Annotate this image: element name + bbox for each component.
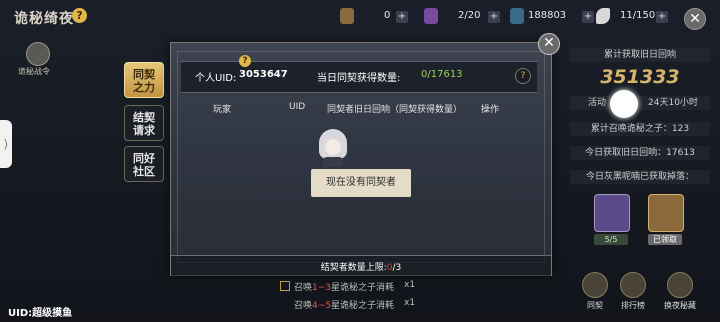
uid-label: UID:超级摸鱼: [8, 308, 73, 319]
resource-potion: 2/20 +: [424, 8, 504, 26]
side-drawer-handle[interactable]: ⟩: [0, 120, 12, 168]
today-pact-value: 0/17613: [421, 69, 463, 80]
pact-dialog: ? 个人UID: 3053647 当日同契获得数量: 0/17613 ? 玩家 …: [170, 42, 552, 276]
chibi-character-image: [317, 129, 349, 167]
summon-cost-row: 召唤4~5星诡秘之子消耗 x1: [294, 298, 416, 311]
empty-message: 现在没有同契者: [311, 169, 411, 197]
resource-value: 2/20: [458, 10, 481, 21]
nav-pact[interactable]: 同契: [578, 272, 612, 311]
resource-value: 11/150: [620, 10, 656, 21]
tab-pact-requests[interactable]: 结契 请求: [124, 105, 164, 141]
reward-item-2[interactable]: [648, 194, 684, 232]
top-bar: 诡秘绮夜 ? 0 + 2/20 + 188803 + 11/150 + ✕: [0, 0, 720, 36]
summon-cost-row: 召唤1~3星诡秘之子消耗 x1: [280, 280, 420, 294]
reward-item-1[interactable]: [594, 194, 630, 232]
glow-orb: [610, 90, 638, 118]
add-sword-button[interactable]: +: [582, 11, 594, 23]
summon-count: 累计召唤诡秘之子：123: [570, 122, 710, 136]
add-potion-button[interactable]: +: [488, 11, 500, 23]
resource-sword: 188803 +: [510, 8, 600, 26]
war-order-icon: [26, 42, 50, 66]
dialog-footer: 结契者数量上限:0/3: [171, 255, 551, 276]
resource-currency: 0 +: [340, 8, 410, 26]
column-action: 操作: [481, 105, 500, 115]
tab-community[interactable]: 同好 社区: [124, 146, 164, 182]
reward-item-2-status: 已领取: [648, 234, 682, 245]
pact-limit-text: 结契者数量上限:0/3: [320, 263, 402, 273]
currency-icon: [340, 8, 354, 24]
treasure-icon: [667, 272, 693, 298]
gray-drop-label: 今日灰黑呢喃已获取掉落：: [570, 170, 710, 184]
question-icon[interactable]: ?: [72, 8, 87, 23]
column-echo: 同契者旧日回响（同契获得数量）: [327, 105, 463, 115]
uid-help-icon[interactable]: ?: [239, 55, 251, 67]
reward-item-1-count: 5/5: [594, 234, 628, 245]
event-title: 诡秘绮夜: [14, 11, 74, 27]
column-player: 玩家: [213, 105, 232, 115]
add-currency-button[interactable]: +: [396, 11, 408, 23]
potion-icon: [424, 8, 438, 24]
trophy-icon: [620, 272, 646, 298]
resource-feather: 11/150 +: [596, 8, 676, 26]
close-icon[interactable]: ✕: [684, 8, 706, 30]
nav-night-treasure[interactable]: 换夜秘藏: [660, 272, 700, 311]
remain-row: 活动 24天10小时: [570, 96, 710, 110]
nav-ranking[interactable]: 排行榜: [616, 272, 650, 311]
close-dialog-icon[interactable]: ✕: [538, 33, 560, 55]
total-value: 351333: [600, 66, 680, 88]
column-uid: UID: [289, 102, 306, 112]
sword-icon: [510, 8, 524, 24]
info-icon[interactable]: ?: [515, 68, 531, 84]
tab-pact-power[interactable]: 同契 之力: [124, 62, 164, 98]
war-order-label: 诡秘战令: [18, 67, 50, 76]
pact-icon: [582, 272, 608, 298]
uid-label: 个人UID:: [195, 73, 237, 84]
check-icon: [280, 281, 290, 291]
resource-value: 0: [384, 10, 391, 21]
feather-icon: [596, 8, 610, 24]
war-order-button[interactable]: 诡秘战令: [18, 42, 54, 78]
today-echo: 今日获取旧日回响：17613: [570, 146, 710, 160]
total-label: 累计获取旧日回响: [570, 48, 710, 62]
resource-value: 188803: [528, 10, 567, 21]
today-pact-label: 当日同契获得数量:: [317, 73, 401, 84]
uid-value: 3053647: [239, 69, 288, 80]
add-feather-button[interactable]: +: [656, 11, 668, 23]
